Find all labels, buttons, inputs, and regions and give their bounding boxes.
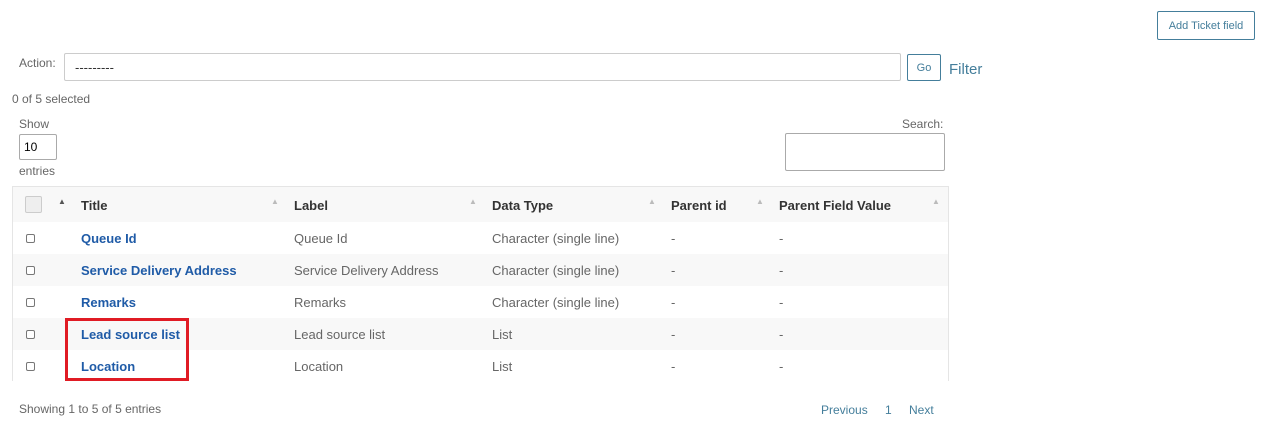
entries-label: entries [19, 164, 56, 178]
filter-link[interactable]: Filter [949, 61, 982, 78]
select-all-checkbox[interactable] [25, 196, 42, 213]
add-ticket-field-button[interactable]: Add Ticket field [1157, 11, 1255, 40]
search-input[interactable] [785, 133, 945, 171]
row-data-type: List [492, 358, 513, 374]
row-parent-value: - [779, 262, 784, 278]
table-info: Showing 1 to 5 of 5 entries [19, 402, 162, 416]
row-data-type: Character (single line) [492, 262, 620, 278]
column-header-label[interactable]: Label [294, 187, 328, 223]
table-row: Remarks Remarks Character (single line) … [13, 286, 948, 318]
selected-count: 0 of 5 selected [12, 92, 91, 106]
row-parent-value: - [779, 294, 784, 310]
row-checkbox[interactable] [26, 266, 35, 275]
row-data-type: Character (single line) [492, 230, 620, 246]
column-header-parent-id[interactable]: Parent id [671, 187, 727, 223]
column-header-data-type[interactable]: Data Type [492, 187, 553, 223]
pagination-previous[interactable]: Previous [821, 403, 868, 417]
action-select-value: --------- [75, 59, 114, 75]
row-parent-id: - [671, 358, 676, 374]
action-select[interactable]: --------- [64, 53, 901, 81]
row-label: Location [294, 358, 344, 374]
row-data-type: Character (single line) [492, 294, 620, 310]
table-header-row: ▲​ Title ▲ Label ▲ Data Type ▲ Parent id… [13, 187, 948, 224]
search-label: Search: [902, 117, 944, 131]
highlight-annotation-box [65, 318, 189, 381]
go-button[interactable]: Go [907, 54, 941, 81]
row-label: Service Delivery Address [294, 262, 439, 278]
row-title-link[interactable]: Service Delivery Address [81, 254, 237, 286]
sort-icon[interactable]: ▲ [271, 197, 279, 206]
row-parent-id: - [671, 326, 676, 342]
sort-icon[interactable]: ▲ [756, 197, 764, 206]
row-parent-value: - [779, 358, 784, 374]
sort-icon[interactable]: ▲ [469, 197, 477, 206]
table-row: Service Delivery Address Service Deliver… [13, 254, 948, 286]
row-parent-id: - [671, 230, 676, 246]
row-data-type: List [492, 326, 513, 342]
row-parent-id: - [671, 294, 676, 310]
row-checkbox[interactable] [26, 298, 35, 307]
sort-icon[interactable]: ▲ [648, 197, 656, 206]
row-title-link[interactable]: Queue Id [81, 222, 137, 254]
sort-icon[interactable]: ▲​ [58, 197, 66, 206]
row-checkbox[interactable] [26, 362, 35, 371]
row-label: Remarks [294, 294, 347, 310]
row-title-link[interactable]: Remarks [81, 286, 136, 318]
column-header-parent-field-value[interactable]: Parent Field Value [779, 187, 891, 223]
row-parent-id: - [671, 262, 676, 278]
pagination-page-1[interactable]: 1 [885, 403, 892, 417]
row-parent-value: - [779, 326, 784, 342]
column-header-title[interactable]: Title [81, 187, 108, 223]
row-checkbox[interactable] [26, 234, 35, 243]
action-label: Action: [19, 56, 56, 70]
sort-icon[interactable]: ▲ [932, 197, 940, 206]
row-checkbox[interactable] [26, 330, 35, 339]
entries-per-page-value: 10 [24, 140, 38, 154]
row-label: Lead source list [294, 326, 386, 342]
row-parent-value: - [779, 230, 784, 246]
entries-per-page-input[interactable]: 10 [19, 134, 57, 160]
table-row: Queue Id Queue Id Character (single line… [13, 222, 948, 254]
row-label: Queue Id [294, 230, 348, 246]
pagination-next[interactable]: Next [909, 403, 934, 417]
show-label: Show [19, 117, 50, 131]
